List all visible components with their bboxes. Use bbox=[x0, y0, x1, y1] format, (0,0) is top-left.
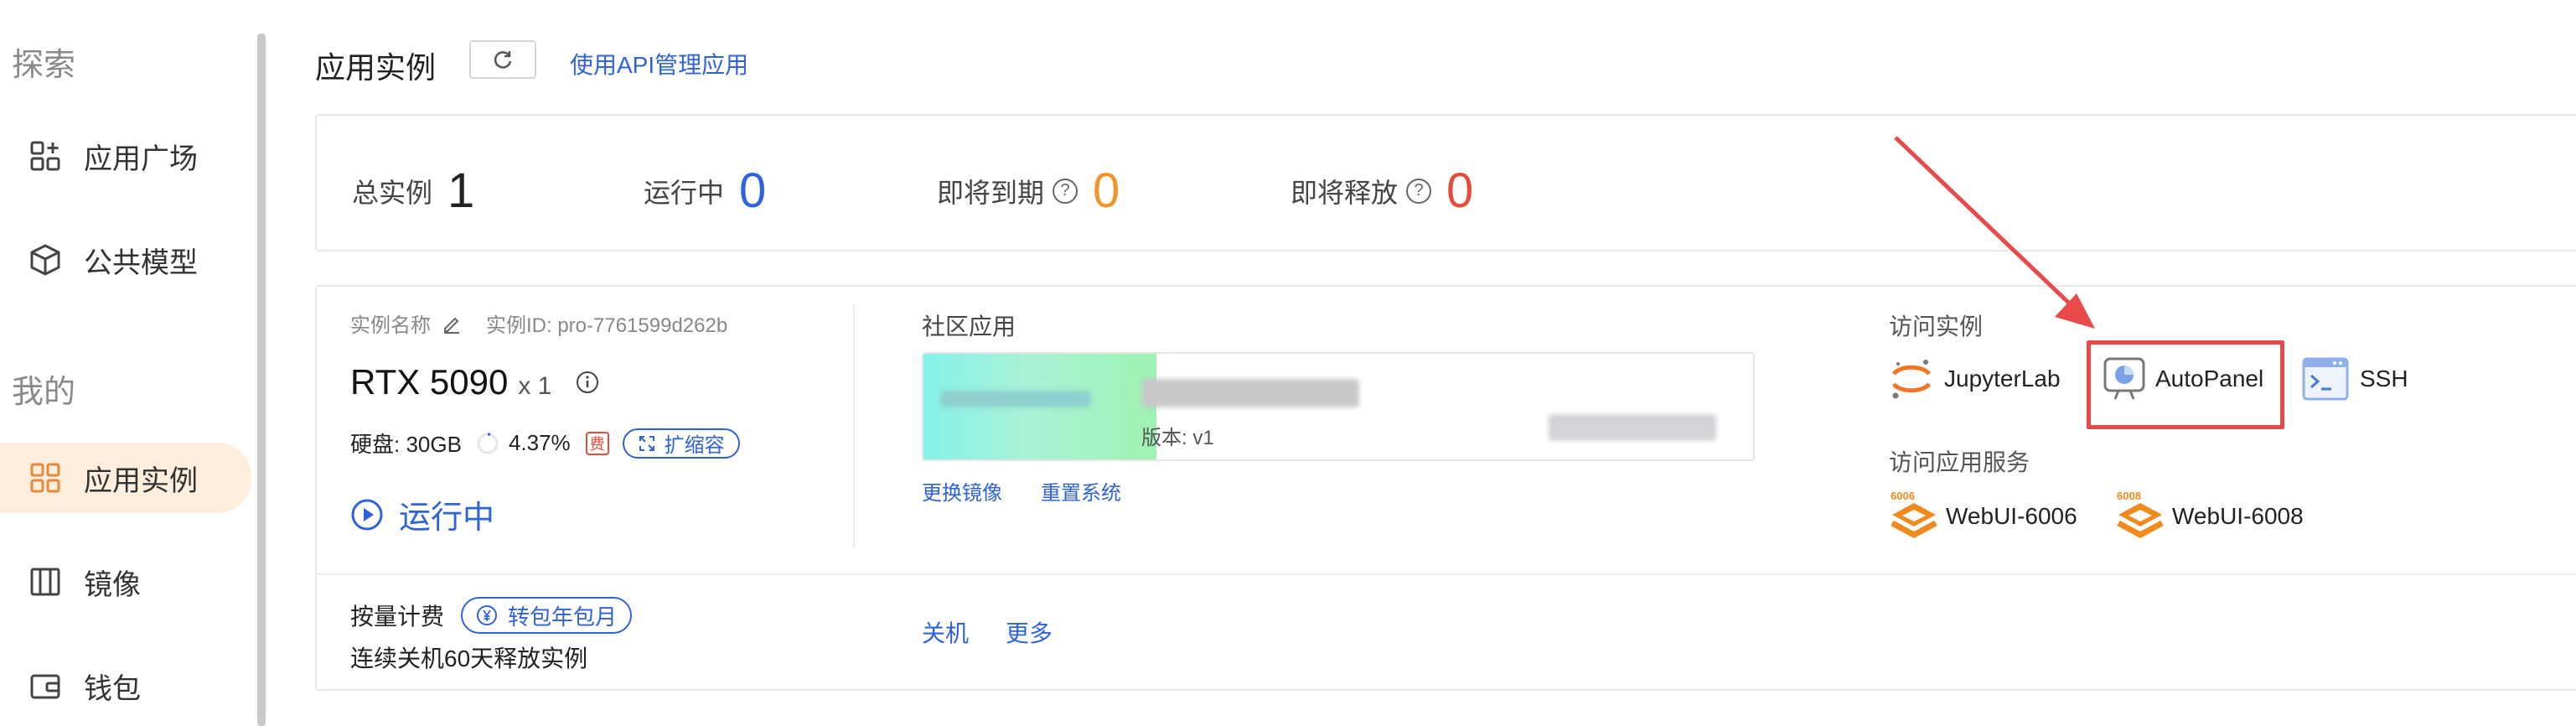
wallet-icon bbox=[30, 674, 60, 699]
card-divider bbox=[315, 573, 2576, 575]
sidebar-section-mine: 我的 bbox=[12, 375, 76, 410]
badge-text: 6008 bbox=[2117, 490, 2141, 502]
help-icon[interactable]: ? bbox=[1053, 178, 1079, 204]
sidebar-item-label: 应用实例 bbox=[84, 464, 198, 497]
webui-6008-link[interactable]: 6008 WebUI-6008 bbox=[2115, 490, 2304, 543]
community-app-title: 社区应用 bbox=[922, 314, 1016, 340]
change-image-link[interactable]: 更换镜像 bbox=[922, 476, 1002, 506]
terminal-icon bbox=[2302, 357, 2349, 401]
access-label: WebUI-6006 bbox=[1946, 503, 2077, 529]
blurred-app-name bbox=[1141, 379, 1359, 407]
stat-releasing-value: 0 bbox=[1446, 163, 1474, 218]
release-note: 连续关机60天释放实例 bbox=[350, 646, 588, 672]
yen-circle-icon bbox=[477, 605, 498, 625]
jupyter-icon bbox=[1891, 360, 1932, 399]
stat-total: 总实例 1 bbox=[352, 163, 474, 219]
disk-usage-ring-icon bbox=[477, 433, 499, 454]
page: 探索 应用广场 公共模型 我的 应用实例 镜像 钱包 应用实例 使用API管理应… bbox=[0, 0, 2576, 726]
instance-name-row: 实例名称 实例ID: pro-7761599d262b bbox=[350, 309, 727, 338]
sidebar-item-label: 公共模型 bbox=[84, 246, 198, 279]
grid-icon bbox=[30, 463, 60, 493]
status-text: 运行中 bbox=[399, 500, 495, 536]
page-title: 应用实例 bbox=[315, 50, 437, 85]
help-icon[interactable]: ? bbox=[1406, 178, 1432, 204]
billing-type: 按量计费 bbox=[350, 604, 445, 630]
play-circle-icon bbox=[351, 499, 383, 530]
shutdown-link[interactable]: 关机 bbox=[922, 615, 969, 649]
blurred-text bbox=[940, 391, 1091, 407]
sidebar: 探索 应用广场 公共模型 我的 应用实例 镜像 钱包 bbox=[0, 0, 251, 726]
mirror-icon bbox=[30, 568, 60, 596]
gpu-count: x 1 bbox=[518, 372, 552, 400]
stat-total-value: 1 bbox=[447, 163, 475, 218]
access-instance-title: 访问实例 bbox=[1889, 314, 1984, 340]
autopanel-highlight-box bbox=[2087, 340, 2284, 429]
webui-layers-icon: 6006 bbox=[1891, 490, 1937, 538]
api-manage-link[interactable]: 使用API管理应用 bbox=[570, 47, 748, 80]
community-app-card[interactable] bbox=[922, 352, 1755, 461]
card-divider bbox=[853, 303, 855, 548]
stat-expiring-label: 即将到期 bbox=[937, 177, 1045, 208]
stat-expiring-value: 0 bbox=[1093, 163, 1120, 218]
webui-layers-icon: 6008 bbox=[2117, 490, 2164, 538]
status-running: 运行中 bbox=[350, 491, 494, 537]
access-label: SSH bbox=[2360, 366, 2408, 392]
stat-total-label: 总实例 bbox=[352, 177, 433, 208]
app-version: 版本: v1 bbox=[1141, 427, 1214, 449]
blurred-author bbox=[1549, 414, 1716, 441]
stat-running: 运行中 0 bbox=[644, 163, 766, 219]
sidebar-item-app-instances[interactable]: 应用实例 bbox=[0, 443, 251, 513]
sidebar-item-label: 钱包 bbox=[84, 672, 141, 705]
sidebar-section-explore: 探索 bbox=[12, 48, 76, 83]
apps-add-icon bbox=[30, 141, 60, 171]
gpu-model: RTX 5090 bbox=[350, 362, 509, 402]
gpu-spec: RTX 5090 x 1 bbox=[350, 362, 600, 402]
jupyterlab-link[interactable]: JupyterLab bbox=[1889, 355, 2061, 402]
expand-button[interactable]: 扩缩容 bbox=[622, 428, 740, 459]
expand-label: 扩缩容 bbox=[664, 434, 725, 457]
sidebar-item-label: 镜像 bbox=[84, 568, 141, 601]
sidebar-item-app-plaza[interactable]: 应用广场 bbox=[0, 121, 251, 191]
instance-id: 实例ID: pro-7761599d262b bbox=[486, 314, 728, 337]
sidebar-item-wallet[interactable]: 钱包 bbox=[0, 651, 251, 721]
disk-usage: 4.37% bbox=[508, 430, 571, 455]
cube-icon bbox=[30, 244, 60, 276]
reset-system-link[interactable]: 重置系统 bbox=[1041, 476, 1121, 506]
access-services-title: 访问应用服务 bbox=[1889, 449, 2030, 475]
ssh-link[interactable]: SSH bbox=[2301, 355, 2408, 402]
stats-panel: 总实例 1 运行中 0 即将到期 ? 0 即将释放 ? 0 bbox=[315, 114, 2576, 252]
badge-text: 6006 bbox=[1891, 490, 1915, 502]
refresh-button[interactable] bbox=[469, 40, 536, 79]
edit-icon[interactable] bbox=[441, 313, 463, 334]
sidebar-scrollbar[interactable] bbox=[257, 34, 266, 726]
stat-running-value: 0 bbox=[739, 163, 767, 218]
more-link[interactable]: 更多 bbox=[1006, 615, 1053, 649]
access-label: JupyterLab bbox=[1944, 366, 2061, 392]
webui-6006-link[interactable]: 6006 WebUI-6006 bbox=[1889, 490, 2077, 543]
switch-plan-label: 转包年包月 bbox=[508, 604, 618, 630]
stat-releasing: 即将释放 ? 0 bbox=[1291, 163, 1473, 219]
sidebar-item-public-models[interactable]: 公共模型 bbox=[0, 225, 251, 295]
app-thumbnail bbox=[923, 354, 1156, 459]
sidebar-item-images[interactable]: 镜像 bbox=[0, 547, 251, 617]
fee-badge[interactable]: 费 bbox=[585, 431, 609, 455]
info-icon[interactable] bbox=[575, 370, 600, 395]
access-label: WebUI-6008 bbox=[2172, 503, 2304, 529]
switch-plan-button[interactable]: 转包年包月 bbox=[461, 597, 633, 634]
expand-icon bbox=[639, 435, 654, 451]
disk-row: 硬盘: 30GB 4.37% 费 扩缩容 bbox=[350, 428, 740, 459]
stat-running-label: 运行中 bbox=[644, 177, 725, 208]
billing-row: 按量计费 转包年包月 bbox=[350, 597, 633, 634]
sidebar-item-label: 应用广场 bbox=[84, 143, 198, 175]
stat-expiring: 即将到期 ? 0 bbox=[937, 163, 1120, 219]
stat-releasing-label: 即将释放 bbox=[1291, 177, 1399, 208]
instance-name-label: 实例名称 bbox=[350, 314, 431, 337]
refresh-icon bbox=[494, 51, 512, 69]
disk-size: 硬盘: 30GB bbox=[350, 432, 462, 457]
